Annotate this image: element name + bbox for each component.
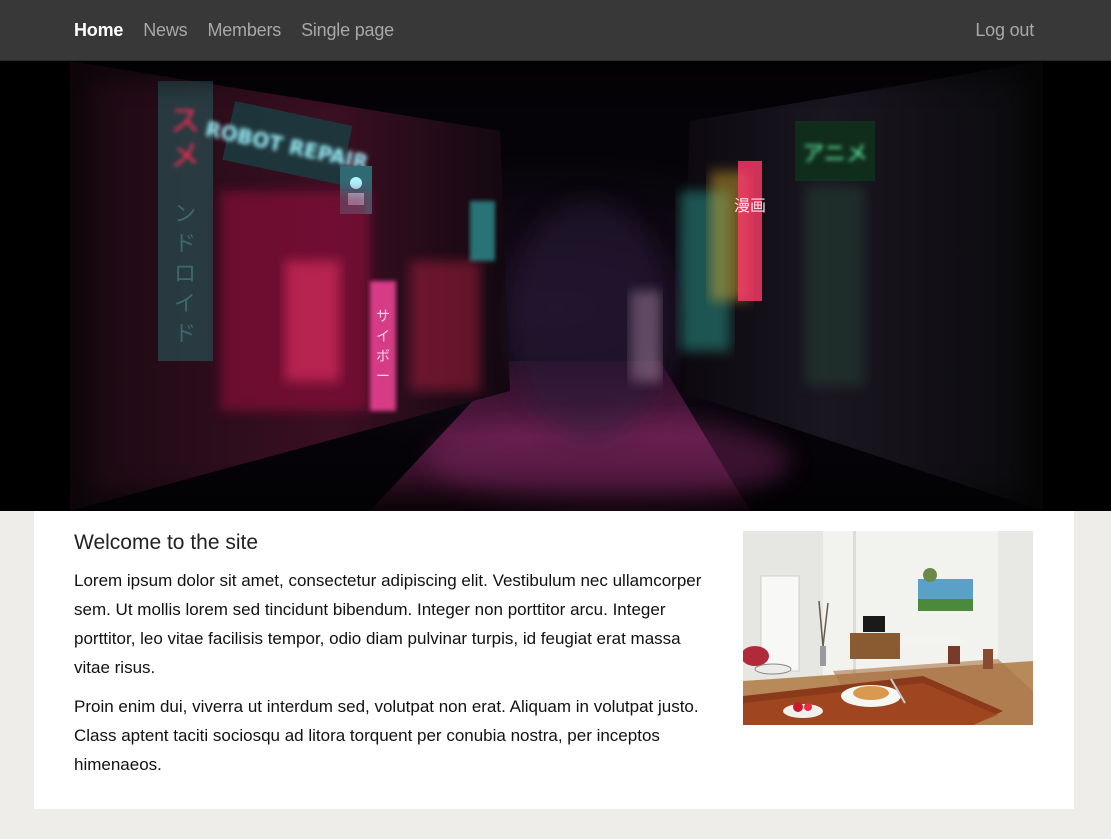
- svg-text:メ: メ: [170, 139, 200, 174]
- svg-text:イ: イ: [174, 292, 196, 317]
- nav-item-home[interactable]: Home: [74, 20, 123, 41]
- svg-text:ロ: ロ: [174, 262, 196, 287]
- neon-alley-image: ス メ ン ド ロ イ ド ROBOT REPAIR サ イ ボ ー 漫画 アニ…: [70, 61, 1043, 511]
- intro-paragraph-1: Lorem ipsum dolor sit amet, consectetur …: [74, 571, 702, 677]
- svg-text:ボ: ボ: [376, 349, 390, 365]
- svg-text:イ: イ: [376, 329, 390, 345]
- content-card: Welcome to the site Lorem ipsum dolor si…: [34, 511, 1074, 809]
- page-title: Welcome to the site: [74, 531, 259, 554]
- nav-user-area: Log out: [975, 0, 1034, 61]
- svg-text:サ: サ: [376, 309, 390, 325]
- logout-link[interactable]: Log out: [975, 20, 1034, 41]
- svg-text:ー: ー: [376, 369, 390, 385]
- svg-text:ド: ド: [174, 232, 196, 257]
- main-nav: Home News Members Single page: [74, 0, 394, 61]
- svg-text:ス: ス: [170, 104, 200, 139]
- hero-banner: ス メ ン ド ロ イ ド ROBOT REPAIR サ イ ボ ー 漫画 アニ…: [0, 61, 1111, 511]
- manga-sign: 漫画: [734, 196, 766, 215]
- top-navbar: Home News Members Single page Log out: [0, 0, 1111, 61]
- nav-item-members[interactable]: Members: [207, 20, 281, 41]
- intro-paragraph-2: Proin enim dui, viverra ut interdum sed,…: [74, 697, 699, 774]
- anime-sign: アニメ: [802, 142, 868, 167]
- svg-text:ン: ン: [174, 202, 196, 227]
- apartment-photo: [743, 531, 1033, 725]
- nav-item-news[interactable]: News: [143, 20, 187, 41]
- nav-item-single-page[interactable]: Single page: [301, 20, 394, 41]
- svg-text:ド: ド: [174, 322, 196, 347]
